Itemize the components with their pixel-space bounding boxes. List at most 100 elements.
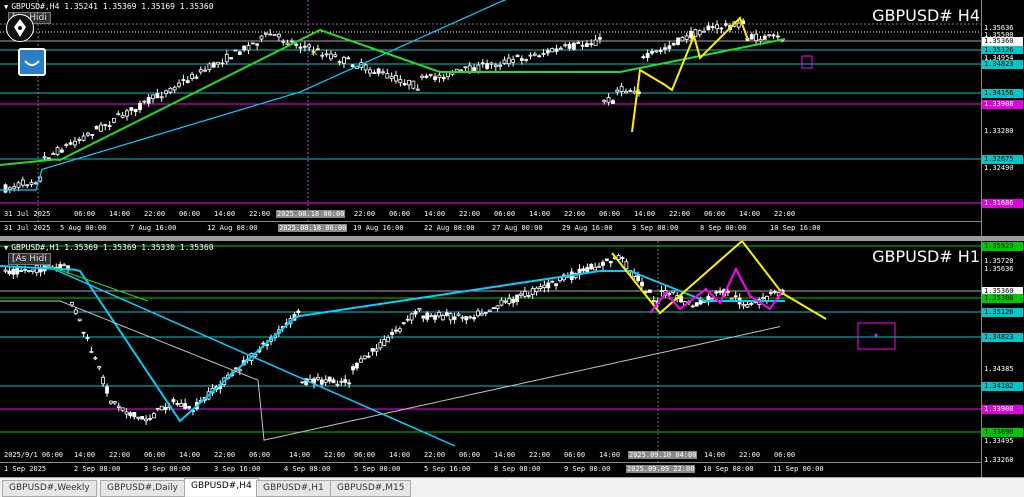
time-axis-label: 29 Aug 16:00	[562, 224, 613, 232]
time-axis-label: 5 Aug 00:00	[60, 224, 107, 232]
candle-bull	[411, 80, 416, 89]
moving-average-cyan	[0, 265, 785, 423]
price-chart-h4[interactable]: ✕	[0, 0, 982, 222]
tab-gbpusd-h1[interactable]: GBPUSD#,H1	[256, 480, 331, 497]
candle-bear	[483, 311, 488, 314]
candle-bear	[611, 100, 615, 105]
candle-bull	[324, 53, 329, 56]
candle-bear	[242, 45, 247, 51]
candle-bull	[285, 42, 290, 45]
candle-bull	[710, 297, 715, 300]
time-axis-label: 4 Sep 08:00	[284, 465, 331, 473]
chart-pane-h1[interactable]: ▼ GBPUSD#,H1 1.35369 1.35369 1.35330 1.35…	[0, 241, 1024, 477]
price-axis[interactable]: 1.35636 1.35500 1.35360 1.35126 1.34954 1.348…	[981, 0, 1024, 236]
tab-gbpusd-h4[interactable]: GBPUSD#,H4	[184, 478, 259, 496]
price-label: 1.34156	[982, 89, 1023, 98]
candle-bear	[571, 42, 576, 50]
time-grid-label: 22:00	[529, 451, 551, 459]
pen-tool-icon[interactable]	[6, 14, 34, 42]
candle-bear	[46, 157, 51, 160]
price-label: 1.35126	[982, 308, 1023, 317]
candle-bear	[128, 412, 133, 417]
candle-bear	[545, 50, 550, 54]
candle-bull	[362, 355, 367, 360]
candle-bull	[448, 313, 453, 321]
candle-bear	[554, 283, 559, 286]
candle-bear	[710, 26, 715, 29]
candle-bull	[272, 34, 277, 36]
candle-bull	[12, 186, 17, 189]
candle-bull	[342, 56, 346, 64]
time-axis[interactable]: 1 Sep 2025 2 Sep 08:00 3 Sep 00:00 3 Sep 16…	[0, 462, 982, 477]
candle-bear	[355, 362, 359, 369]
candle-bear	[567, 43, 572, 49]
candle-bear	[351, 365, 355, 371]
tab-gbpusd-m15[interactable]: GBPUSD#,M15	[330, 480, 412, 497]
candle-bull	[407, 79, 411, 86]
candle-bear	[350, 64, 355, 67]
time-grid-label: 06:00	[494, 210, 516, 218]
time-axis[interactable]: 31 Jul 2025 5 Aug 00:00 7 Aug 16:00 12 Aug …	[0, 221, 982, 236]
candle-bear	[81, 331, 86, 334]
tab-gbpusd-weekly[interactable]: GBPUSD#,Weekly	[2, 480, 97, 497]
candle-bear	[464, 316, 469, 321]
candle-bull	[203, 69, 207, 72]
candle-bear	[250, 42, 255, 45]
candle-bear	[771, 34, 776, 37]
time-grid-label: 22:00	[669, 210, 691, 218]
time-axis-label: 22 Aug 08:00	[424, 224, 475, 232]
trend-line	[39, 262, 456, 447]
candle-bull	[522, 291, 527, 297]
candle-bear	[140, 416, 145, 420]
chart-pane-h4[interactable]: ✕ ▼ GBPUSD#,H4 1.35241 1.35369 1.35169 1.…	[0, 0, 1024, 236]
candle-bear	[636, 275, 641, 282]
candle-bear	[370, 348, 375, 352]
candle-bull	[339, 380, 344, 383]
candle-bull	[507, 297, 512, 304]
candle-bear	[185, 80, 190, 83]
candle-bull	[741, 304, 746, 307]
indicator-label: [As Hidi	[8, 253, 51, 265]
time-axis-label: 8 Sep 08:00	[494, 465, 541, 473]
price-label: 1.33908	[982, 405, 1023, 414]
candle-bull	[198, 69, 203, 73]
candle-bear	[647, 289, 652, 293]
candle-bull	[493, 64, 498, 68]
time-grid-label: 06:00	[599, 210, 621, 218]
candle-bull	[378, 342, 383, 349]
candle-bull	[93, 357, 98, 360]
candle-bear	[211, 62, 216, 68]
candle-bull	[27, 270, 31, 272]
time-axis-label: 2025.09.09 22:00	[626, 465, 696, 473]
candle-bear	[485, 63, 490, 69]
price-chart-h1[interactable]	[0, 241, 982, 463]
time-grid-label: 14:00	[74, 451, 96, 459]
candle-bull	[415, 88, 420, 91]
candle-bull	[25, 184, 30, 187]
candle-bear	[220, 62, 225, 65]
candle-bear	[138, 102, 142, 110]
candle-bear	[237, 51, 242, 55]
candle-bull	[281, 40, 286, 43]
candle-bull	[440, 315, 445, 321]
candle-bear	[298, 46, 303, 49]
chart-title: GBPUSD# H4	[872, 6, 980, 25]
time-grid-label: 14:00	[424, 210, 446, 218]
candle-bull	[550, 48, 555, 53]
price-axis[interactable]: 1.35923 1.35720 1.35636 1.35360 1.35300 1.351…	[981, 241, 1024, 477]
candle-bear	[347, 382, 352, 385]
time-grid-label: 22:00	[214, 451, 236, 459]
candle-bull	[456, 313, 461, 316]
tab-gbpusd-daily[interactable]: GBPUSD#,Daily	[100, 480, 185, 497]
candle-bear	[601, 261, 605, 266]
smile-tool-icon[interactable]	[18, 48, 46, 76]
candle-bull	[136, 416, 141, 419]
candle-bear	[585, 266, 590, 273]
candle-bull	[729, 297, 734, 300]
candle-bear	[187, 405, 191, 409]
price-label: 1.35923	[982, 242, 1023, 251]
candle-bear	[519, 58, 524, 61]
candle-bear	[229, 57, 234, 60]
candle-bear	[390, 331, 394, 335]
candle-bull	[671, 290, 676, 294]
